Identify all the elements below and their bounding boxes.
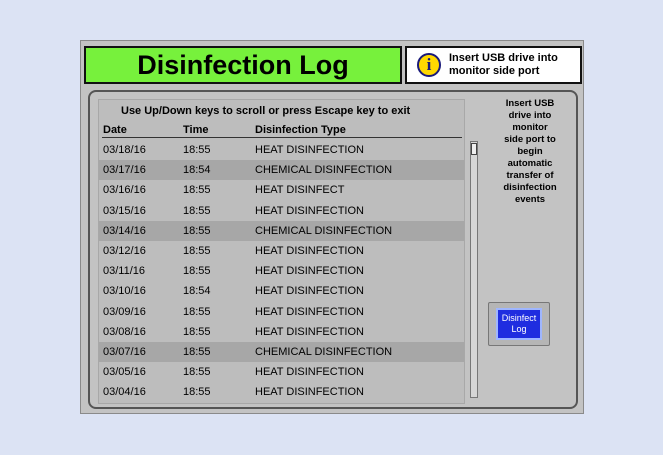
button-label-line: Disinfect <box>501 313 537 323</box>
info-message-line: Insert USB drive into <box>449 52 558 64</box>
info-banner: i Insert USB drive into monitor side por… <box>405 46 582 84</box>
cell-date: 03/16/16 <box>103 184 146 197</box>
column-header-time: Time <box>183 124 209 136</box>
cell-type: HEAT DISINFECTION <box>255 265 364 278</box>
page-title: Disinfection Log <box>137 49 349 80</box>
info-message: Insert USB drive into monitor side port <box>449 52 558 78</box>
info-message-line: monitor side port <box>449 65 540 77</box>
table-row[interactable]: 03/14/16 18:55 CHEMICAL DISINFECTION <box>99 220 464 241</box>
usb-transfer-message: Insert USB drive into monitor side port to b… <box>486 98 574 206</box>
table-row[interactable]: 03/16/16 18:55 HEAT DISINFECT <box>99 180 464 200</box>
cell-type: HEAT DISINFECTION <box>255 366 364 379</box>
cell-date: 03/11/16 <box>103 265 146 278</box>
column-header-type: Disinfection Type <box>255 124 346 136</box>
cell-date: 03/12/16 <box>103 244 146 257</box>
cell-date: 03/18/16 <box>103 144 146 156</box>
table-row[interactable]: 03/11/16 18:55 HEAT DISINFECTION <box>99 261 464 281</box>
header-divider <box>102 137 462 138</box>
cell-type: HEAT DISINFECTION <box>255 305 364 318</box>
cell-type: HEAT DISINFECTION <box>255 386 364 399</box>
cell-date: 03/15/16 <box>103 204 146 217</box>
cell-time: 18:55 <box>183 366 211 379</box>
cell-type: CHEMICAL DISINFECTION <box>255 164 393 177</box>
cell-type: CHEMICAL DISINFECTION <box>255 224 393 237</box>
usb-message-line: side port to <box>504 134 556 145</box>
info-icon: i <box>417 53 441 77</box>
cell-date: 03/05/16 <box>103 366 146 379</box>
cell-time: 18:55 <box>183 386 211 399</box>
cell-date: 03/10/16 <box>103 285 146 298</box>
cell-time: 18:55 <box>183 265 211 278</box>
table-row[interactable]: 03/15/16 18:55 HEAT DISINFECTION <box>99 201 464 221</box>
title-banner: Disinfection Log <box>84 46 402 84</box>
usb-message-line: monitor <box>512 122 548 133</box>
table-body: 03/18/16 18:55 HEAT DISINFECTION 03/17/16 18… <box>99 140 464 402</box>
cell-type: HEAT DISINFECTION <box>255 244 364 257</box>
main-panel: Use Up/Down keys to scroll or press Esca… <box>88 90 578 409</box>
scrollbar[interactable] <box>470 141 478 398</box>
usb-message-line: begin <box>517 146 543 157</box>
table-row[interactable]: 03/17/16 18:54 CHEMICAL DISINFECTION <box>99 160 464 181</box>
usb-message-line: Insert USB <box>505 98 555 109</box>
usb-message-line: automatic <box>507 158 553 169</box>
table-row[interactable]: 03/08/16 18:55 HEAT DISINFECTION <box>99 322 464 342</box>
table-row[interactable]: 03/18/16 18:55 HEAT DISINFECTION <box>99 140 464 160</box>
cell-time: 18:55 <box>183 325 211 338</box>
cell-type: HEAT DISINFECT <box>255 184 345 197</box>
cell-time: 18:55 <box>183 144 211 156</box>
disinfection-log-screen: Disinfection Log i Insert USB drive into… <box>80 40 584 414</box>
cell-time: 18:54 <box>183 285 211 298</box>
cell-type: HEAT DISINFECTION <box>255 204 364 217</box>
cell-date: 03/04/16 <box>103 386 146 399</box>
column-header-date: Date <box>103 124 127 136</box>
table-row[interactable]: 03/10/16 18:54 HEAT DISINFECTION <box>99 281 464 301</box>
cell-date: 03/07/16 <box>103 345 146 358</box>
button-label-line: Log <box>511 324 527 334</box>
disinfect-log-button-frame: Disinfect Log <box>488 302 550 346</box>
usb-message-line: disinfection <box>503 182 557 193</box>
cell-type: CHEMICAL DISINFECTION <box>255 345 393 358</box>
scroll-thumb[interactable] <box>471 143 477 155</box>
cell-time: 18:55 <box>183 244 211 257</box>
cell-date: 03/08/16 <box>103 325 146 338</box>
cell-date: 03/17/16 <box>103 164 146 177</box>
log-list[interactable]: Use Up/Down keys to scroll or press Esca… <box>98 99 465 404</box>
table-row[interactable]: 03/12/16 18:55 HEAT DISINFECTION <box>99 241 464 261</box>
scroll-instruction: Use Up/Down keys to scroll or press Esca… <box>121 105 411 117</box>
cell-time: 18:55 <box>183 305 211 318</box>
disinfect-log-button[interactable]: Disinfect Log <box>496 308 542 340</box>
usb-message-line: drive into <box>508 110 552 121</box>
table-row[interactable]: 03/05/16 18:55 HEAT DISINFECTION <box>99 362 464 382</box>
table-row[interactable]: 03/04/16 18:55 HEAT DISINFECTION <box>99 382 464 402</box>
cell-time: 18:55 <box>183 184 211 197</box>
cell-type: HEAT DISINFECTION <box>255 144 364 156</box>
table-header: Date Time Disinfection Type <box>99 124 459 138</box>
cell-time: 18:55 <box>183 345 211 358</box>
cell-date: 03/14/16 <box>103 224 146 237</box>
cell-type: HEAT DISINFECTION <box>255 285 364 298</box>
cell-date: 03/09/16 <box>103 305 146 318</box>
cell-time: 18:55 <box>183 204 211 217</box>
table-row[interactable]: 03/07/16 18:55 CHEMICAL DISINFECTION <box>99 341 464 363</box>
usb-message-line: transfer of <box>506 170 554 181</box>
cell-time: 18:54 <box>183 164 211 177</box>
usb-message-line: events <box>514 194 546 205</box>
table-row[interactable]: 03/09/16 18:55 HEAT DISINFECTION <box>99 302 464 322</box>
cell-time: 18:55 <box>183 224 211 237</box>
cell-type: HEAT DISINFECTION <box>255 325 364 338</box>
